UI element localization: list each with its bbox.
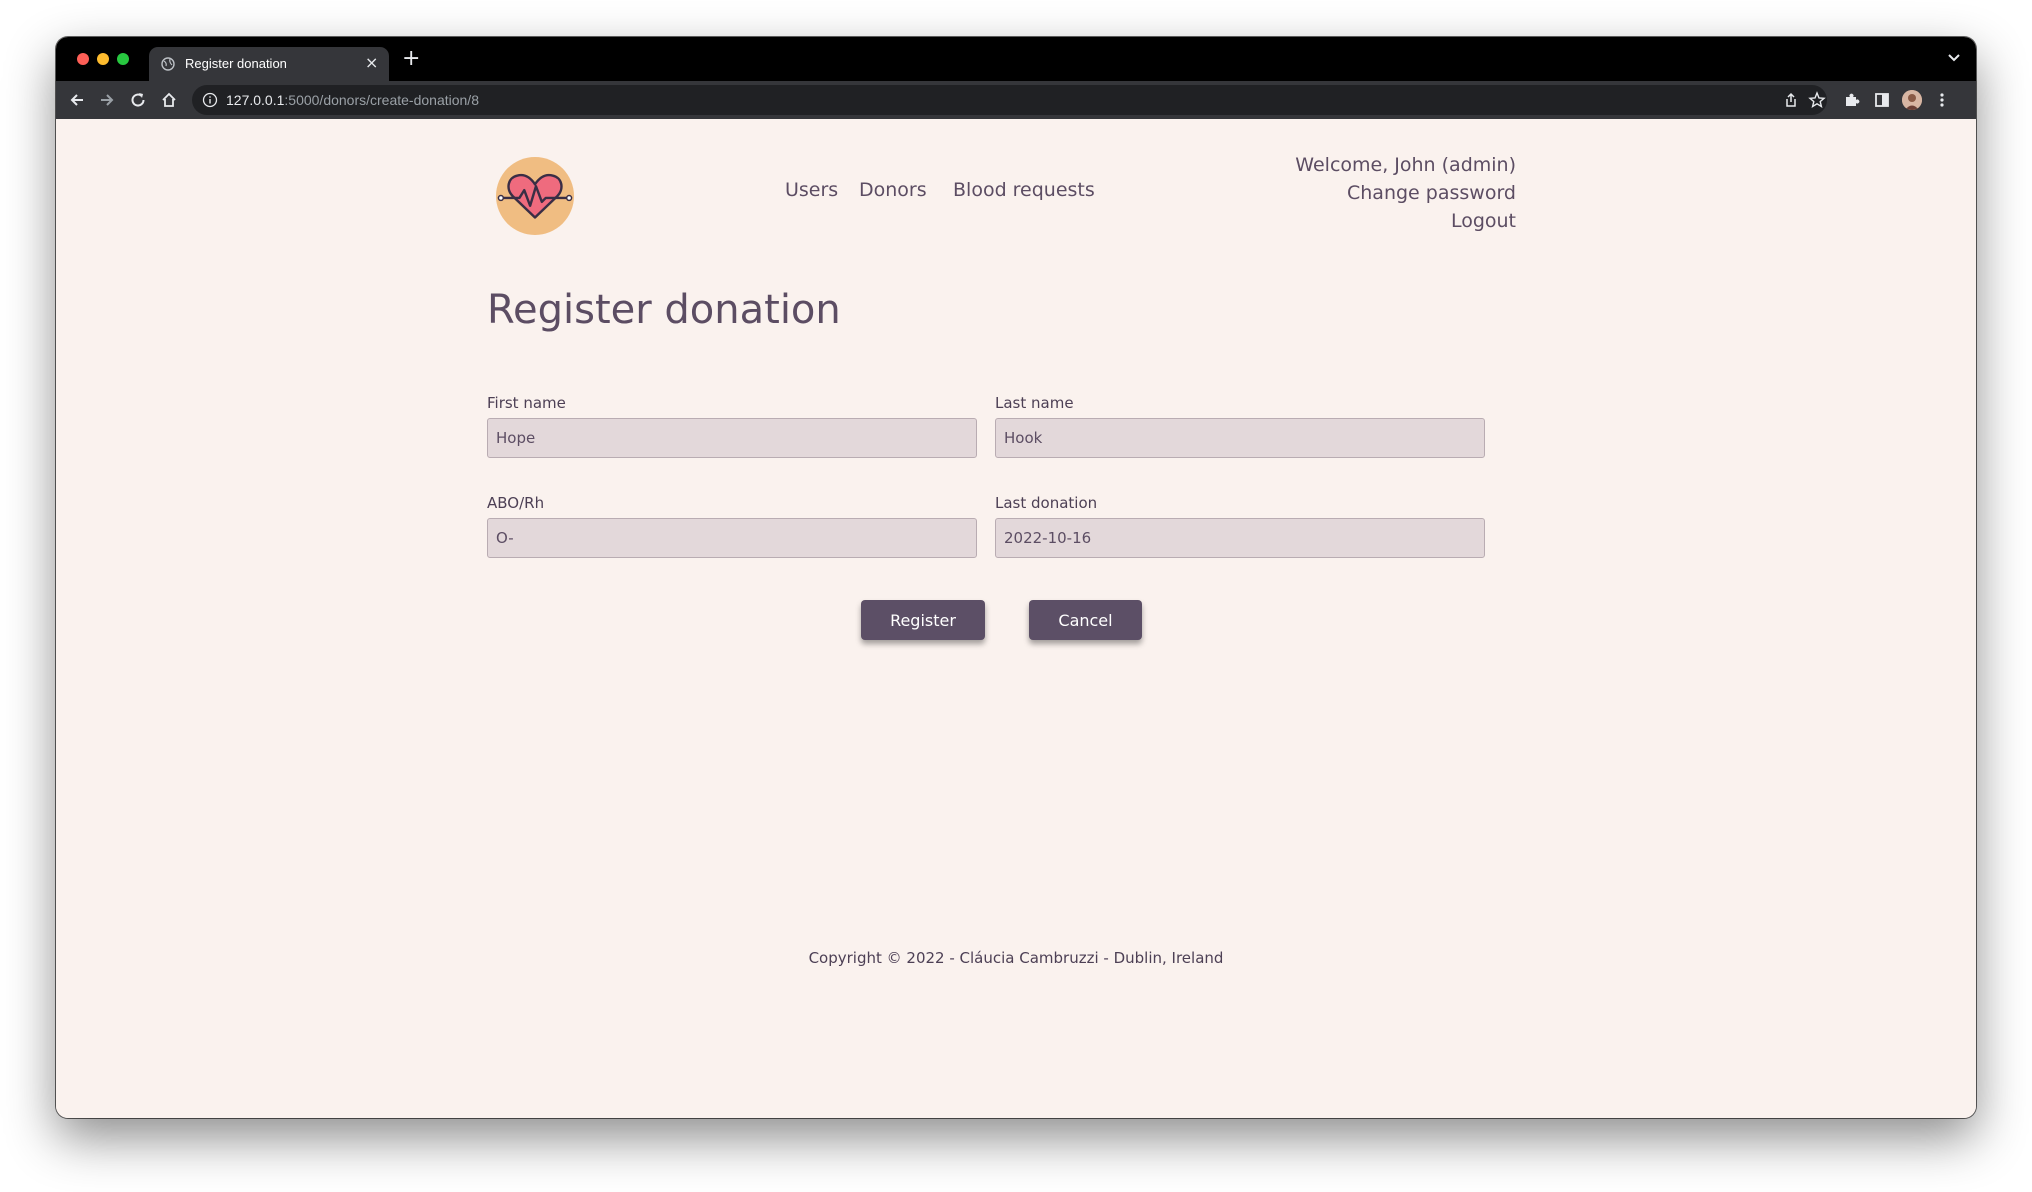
back-arrow-icon[interactable] <box>68 91 86 109</box>
first-name-label: First name <box>487 394 566 412</box>
minimize-window-button[interactable] <box>97 53 109 65</box>
last-donation-field[interactable] <box>995 518 1485 558</box>
page-title: Register donation <box>487 287 841 333</box>
info-icon[interactable] <box>202 92 218 108</box>
active-tab[interactable]: Register donation × <box>149 47 389 81</box>
avatar[interactable] <box>1902 90 1922 110</box>
tab-close-icon[interactable]: × <box>365 53 378 73</box>
nav-donors-link[interactable]: Donors <box>859 179 927 201</box>
page-content: Users Donors Blood requests Welcome, Joh… <box>56 119 1976 1118</box>
nav-users-link[interactable]: Users <box>785 179 838 201</box>
close-window-button[interactable] <box>77 53 89 65</box>
browser-window: Register donation × + 127.0.0.1:5000/don… <box>56 37 1976 1118</box>
puzzle-icon[interactable] <box>1843 91 1861 109</box>
reload-icon[interactable] <box>129 91 147 109</box>
url-path: :5000/donors/create-donation/8 <box>284 92 479 108</box>
nav-blood-requests-link[interactable]: Blood requests <box>953 179 1095 201</box>
last-name-label: Last name <box>995 394 1074 412</box>
footer-copyright: Copyright © 2022 - Cláucia Cambruzzi - D… <box>808 949 1224 967</box>
user-menu: Welcome, John (admin) Change password Lo… <box>1295 151 1516 235</box>
globe-icon <box>161 57 175 71</box>
address-bar[interactable]: 127.0.0.1:5000/donors/create-donation/8 <box>192 85 1827 115</box>
forward-arrow-icon[interactable] <box>98 91 116 109</box>
last-donation-label: Last donation <box>995 494 1098 512</box>
cancel-button[interactable]: Cancel <box>1029 600 1142 640</box>
kebab-menu-icon[interactable] <box>1933 91 1951 109</box>
welcome-text: Welcome, John (admin) <box>1295 154 1516 176</box>
register-button[interactable]: Register <box>861 600 985 640</box>
star-icon[interactable] <box>1808 91 1826 109</box>
abo-rh-label: ABO/Rh <box>487 494 545 512</box>
logout-link[interactable]: Logout <box>1295 207 1516 235</box>
browser-toolbar: 127.0.0.1:5000/donors/create-donation/8 <box>56 81 1976 119</box>
change-password-link[interactable]: Change password <box>1295 179 1516 207</box>
abo-rh-field[interactable] <box>487 518 977 558</box>
url-host: 127.0.0.1 <box>226 92 285 108</box>
url-text: 127.0.0.1:5000/donors/create-donation/8 <box>226 92 479 108</box>
side-panel-icon[interactable] <box>1873 91 1891 109</box>
chevron-down-icon[interactable] <box>1946 49 1962 65</box>
tab-title: Register donation <box>185 56 287 71</box>
tab-strip: Register donation × + <box>56 37 1976 81</box>
main-nav: Users Donors Blood requests <box>56 179 1976 209</box>
last-name-field[interactable] <box>995 418 1485 458</box>
share-icon[interactable] <box>1782 91 1800 109</box>
first-name-field[interactable] <box>487 418 977 458</box>
home-icon[interactable] <box>160 91 178 109</box>
profile-picture-icon <box>1902 90 1922 110</box>
new-tab-button[interactable]: + <box>402 47 420 71</box>
maximize-window-button[interactable] <box>117 53 129 65</box>
